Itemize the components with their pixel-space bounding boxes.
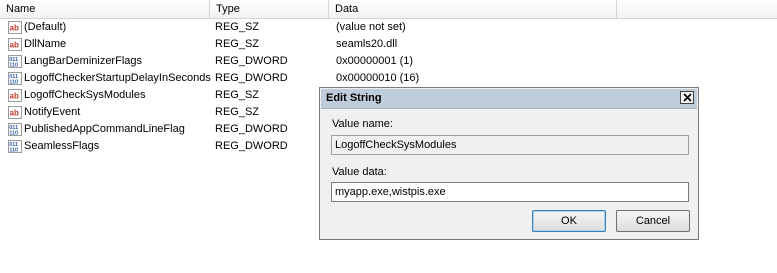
svg-text:110: 110 xyxy=(9,148,18,154)
binary-value-icon: 011 110 xyxy=(8,140,22,154)
binary-value-icon: 011 110 xyxy=(8,55,22,69)
cancel-button[interactable]: Cancel xyxy=(616,210,690,232)
row-type: REG_SZ xyxy=(215,21,260,33)
row-name-cell: 011 110 LogoffCheckerStartupDelayInSeconds xyxy=(8,70,211,87)
svg-text:110: 110 xyxy=(9,63,18,69)
edit-string-dialog: Edit String Value name: LogoffCheckSysMo… xyxy=(319,87,699,240)
row-name-cell: ab (Default) xyxy=(8,19,66,36)
row-name: DllName xyxy=(24,38,67,50)
table-row[interactable]: ab DllName REG_SZ seamls20.dll xyxy=(0,36,777,53)
row-type: REG_DWORD xyxy=(215,72,288,84)
row-name: NotifyEvent xyxy=(24,106,81,118)
row-type: REG_DWORD xyxy=(215,140,288,152)
row-type: REG_SZ xyxy=(215,89,260,101)
row-data: 0x00000010 (16) xyxy=(336,72,420,84)
dialog-title: Edit String xyxy=(326,92,382,104)
row-data: 0x00000001 (1) xyxy=(336,55,414,67)
row-data: (value not set) xyxy=(336,21,406,33)
row-data: seamls20.dll xyxy=(336,38,398,50)
value-data-label: Value data: xyxy=(332,166,387,178)
binary-value-icon: 011 110 xyxy=(8,123,22,137)
row-name-cell: 011 110 SeamlessFlags xyxy=(8,138,99,155)
row-type: REG_SZ xyxy=(215,106,260,118)
row-type: REG_DWORD xyxy=(215,123,288,135)
close-button[interactable] xyxy=(680,91,694,104)
svg-text:ab: ab xyxy=(10,92,19,101)
value-data-input[interactable]: myapp.exe,wistpis.exe xyxy=(331,182,689,202)
close-icon xyxy=(683,93,692,102)
column-header-name[interactable]: Name xyxy=(0,0,210,18)
row-name: PublishedAppCommandLineFlag xyxy=(24,123,185,135)
table-row[interactable]: 011 110 LogoffCheckerStartupDelayInSeconds… xyxy=(0,70,777,87)
row-name-cell: 011 110 PublishedAppCommandLineFlag xyxy=(8,121,185,138)
row-name: (Default) xyxy=(24,21,67,33)
svg-text:110: 110 xyxy=(9,80,18,86)
string-value-icon: ab xyxy=(8,21,22,34)
column-header-data[interactable]: Data xyxy=(329,0,617,18)
row-name: LogoffCheckerStartupDelayInSeconds xyxy=(24,72,211,84)
row-name: SeamlessFlags xyxy=(24,140,100,152)
value-name-field[interactable]: LogoffCheckSysModules xyxy=(331,135,689,155)
row-name: LogoffCheckSysModules xyxy=(24,89,146,101)
table-row[interactable]: ab (Default) REG_SZ (value not set) xyxy=(0,19,777,36)
value-name-label: Value name: xyxy=(332,118,393,130)
table-row[interactable]: 011 110 LangBarDeminizerFlags REG_DWORD 0x00… xyxy=(0,53,777,70)
row-type: REG_DWORD xyxy=(215,55,288,67)
column-header-filler xyxy=(617,0,777,18)
row-name-cell: 011 110 LangBarDeminizerFlags xyxy=(8,53,142,70)
row-name: LangBarDeminizerFlags xyxy=(24,55,142,67)
list-header: Name Type Data xyxy=(0,0,777,19)
string-value-icon: ab xyxy=(8,106,22,119)
binary-value-icon: 011 110 xyxy=(8,72,22,86)
svg-text:ab: ab xyxy=(10,41,19,50)
ok-button[interactable]: OK xyxy=(532,210,606,232)
svg-text:110: 110 xyxy=(9,131,18,137)
column-header-type[interactable]: Type xyxy=(210,0,329,18)
row-name-cell: ab NotifyEvent xyxy=(8,104,80,121)
svg-text:ab: ab xyxy=(10,24,19,33)
row-name-cell: ab LogoffCheckSysModules xyxy=(8,87,145,104)
string-value-icon: ab xyxy=(8,38,22,51)
dialog-titlebar[interactable]: Edit String xyxy=(321,89,697,109)
string-value-icon: ab xyxy=(8,89,22,102)
row-type: REG_SZ xyxy=(215,38,260,50)
svg-text:ab: ab xyxy=(10,109,19,118)
row-name-cell: ab DllName xyxy=(8,36,66,53)
